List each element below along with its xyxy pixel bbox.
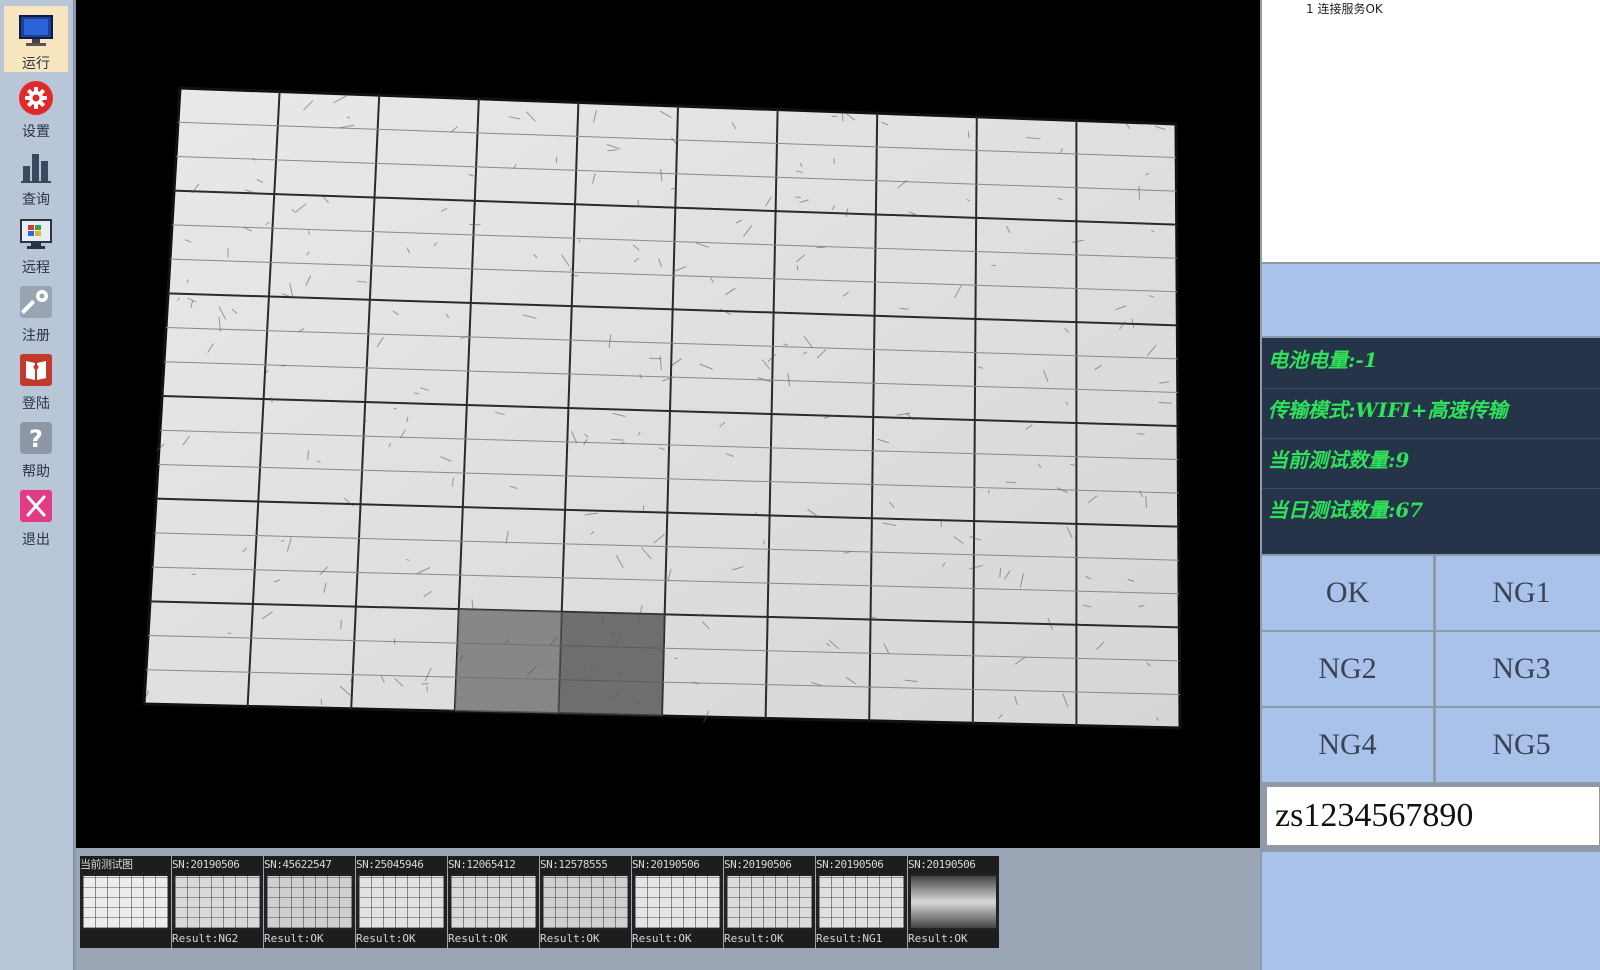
thumbnail-result (80, 930, 171, 948)
thumbnail-image (83, 876, 168, 928)
nav-label-exit: 退出 (22, 532, 50, 548)
thumbnail-result: Result:OK (724, 930, 815, 948)
thumbnail-image (635, 876, 720, 928)
thumbnail-result: Result:NG2 (172, 930, 263, 948)
thumbnail-image (359, 876, 444, 928)
status-panel: 电池电量:-1 传输模式:WIFI+高速传输 当前测试数量:9 当日测试数量:6… (1262, 338, 1600, 554)
history-thumbnail[interactable]: SN:45622547 Result:OK (264, 856, 355, 948)
thumbnail-image (819, 876, 904, 928)
history-thumbnail[interactable]: SN:20190506 Result:OK (724, 856, 815, 948)
nav-register[interactable]: 注册 (4, 278, 68, 344)
solar-panel-el-image (142, 86, 1182, 730)
ng1-button[interactable]: NG1 (1436, 556, 1600, 630)
ng2-button[interactable]: NG2 (1262, 632, 1433, 706)
nav-run[interactable]: 运行 (4, 6, 68, 72)
nav-label-run: 运行 (22, 56, 50, 72)
exit-icon (20, 490, 52, 522)
thumbnail-result: Result:OK (632, 930, 723, 948)
nav-label-help: 帮助 (22, 464, 50, 480)
thumbnail-header: SN:25045946 (356, 856, 447, 874)
ng5-button[interactable]: NG5 (1436, 708, 1600, 782)
log-line: 1 连接服务OK (1306, 2, 1383, 16)
history-thumbnail[interactable]: SN:20190506 Result:NG1 (816, 856, 907, 948)
login-book-icon (20, 354, 52, 386)
svg-text:?: ? (29, 425, 43, 453)
key-icon (20, 286, 52, 318)
thumbnail-header: SN:20190506 (908, 856, 999, 874)
thumbnail-header: 当前测试图 (80, 856, 171, 874)
transfer-mode-status: 传输模式:WIFI+高速传输 (1268, 398, 1508, 422)
current-count-status: 当前测试数量:9 (1268, 448, 1410, 472)
current-test-thumbnail[interactable]: 当前测试图 (80, 856, 171, 948)
thumbnail-image (175, 876, 260, 928)
ng4-button[interactable]: NG4 (1262, 708, 1433, 782)
thumbnail-result: Result:OK (448, 930, 539, 948)
nav-help[interactable]: ? 帮助 (4, 414, 68, 480)
battery-status: 电池电量:-1 (1268, 348, 1378, 372)
nav-settings[interactable]: 设置 (4, 74, 68, 140)
thumbnail-result: Result:OK (908, 930, 999, 948)
thumbnail-header: SN:20190506 (172, 856, 263, 874)
thumbnail-header: SN:12065412 (448, 856, 539, 874)
nav-label-login: 登陆 (22, 396, 50, 412)
thumbnail-image (451, 876, 536, 928)
nav-exit[interactable]: 退出 (4, 482, 68, 548)
thumbnail-header: SN:20190506 (724, 856, 815, 874)
history-thumbnail[interactable]: SN:12065412 Result:OK (448, 856, 539, 948)
history-thumbnail[interactable]: SN:12578555 Result:OK (540, 856, 631, 948)
nav-remote[interactable]: 远程 (4, 210, 68, 276)
thumbnail-result: Result:OK (540, 930, 631, 948)
serial-number-input[interactable]: zs1234567890 (1266, 786, 1600, 846)
thumbnail-image (543, 876, 628, 928)
bottom-info-area (1262, 852, 1600, 970)
nav-login[interactable]: 登陆 (4, 346, 68, 412)
thumbnail-header: SN:20190506 (632, 856, 723, 874)
info-header-area (1262, 264, 1600, 336)
ok-button[interactable]: OK (1262, 556, 1433, 630)
monitor-icon (19, 15, 53, 46)
thumbnail-result: Result:NG1 (816, 930, 907, 948)
nav-label-register: 注册 (22, 328, 50, 344)
el-image-viewer[interactable] (76, 0, 1260, 848)
history-thumbnail[interactable]: SN:20190506 Result:OK (908, 856, 999, 948)
remote-desktop-icon (20, 219, 52, 249)
nav-label-settings: 设置 (22, 124, 50, 140)
log-panel: 1 连接服务OK (1262, 0, 1600, 262)
thumbnail-image (267, 876, 352, 928)
nav-label-query: 查询 (22, 192, 50, 208)
ng3-button[interactable]: NG3 (1436, 632, 1600, 706)
nav-query[interactable]: 查询 (4, 142, 68, 208)
history-thumbnail[interactable]: SN:20190506 Result:OK (632, 856, 723, 948)
thumbnail-header: SN:45622547 (264, 856, 355, 874)
sidebar: 运行 设置 查询 远程 注册 登陆 ? 帮助 退出 (0, 0, 74, 970)
thumbnail-image (911, 876, 996, 928)
history-thumbnail[interactable]: SN:25045946 Result:OK (356, 856, 447, 948)
thumbnail-result: Result:OK (356, 930, 447, 948)
bar-chart-icon (21, 154, 51, 183)
thumbnail-image (727, 876, 812, 928)
nav-label-remote: 远程 (22, 260, 50, 276)
gear-icon (19, 81, 53, 115)
history-thumbnail[interactable]: SN:20190506 Result:NG2 (172, 856, 263, 948)
help-icon: ? (20, 422, 52, 454)
thumbnail-result: Result:OK (264, 930, 355, 948)
daily-count-status: 当日测试数量:67 (1268, 498, 1424, 522)
thumbnail-header: SN:20190506 (816, 856, 907, 874)
thumbnail-header: SN:12578555 (540, 856, 631, 874)
